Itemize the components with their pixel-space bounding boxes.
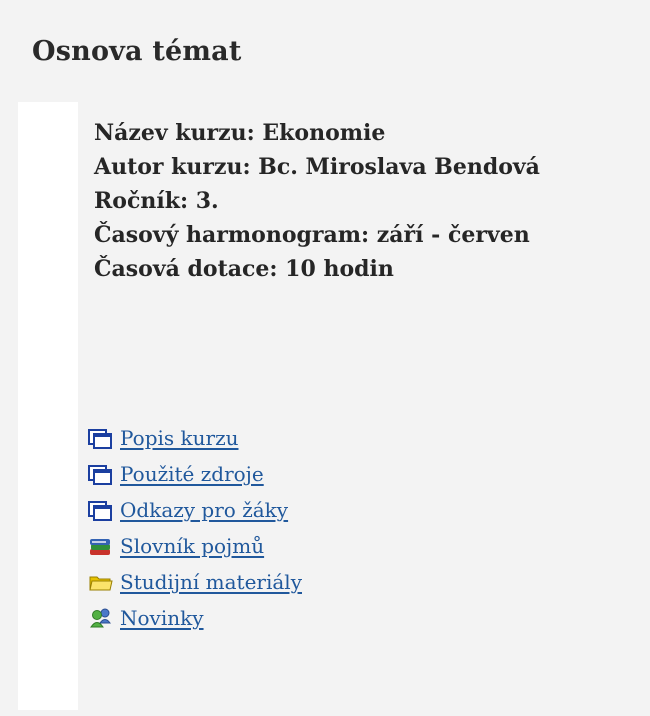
forum-users-icon [88, 607, 114, 629]
link-novinky[interactable]: Novinky [88, 600, 302, 636]
glossary-books-icon [88, 535, 114, 557]
link-popis-kurzu[interactable]: Popis kurzu [88, 420, 302, 456]
page-container: Osnova témat Název kurzu: Ekonomie Autor… [0, 0, 650, 716]
link-label[interactable]: Slovník pojmů [120, 534, 264, 558]
link-label[interactable]: Novinky [120, 606, 204, 630]
course-grade: Ročník: 3. [94, 188, 219, 214]
page-icon [88, 463, 114, 485]
course-info: Název kurzu: Ekonomie Autor kurzu: Bc. M… [94, 116, 540, 286]
link-studijni-materialy[interactable]: Studijní materiály [88, 564, 302, 600]
link-pouzite-zdroje[interactable]: Použité zdroje [88, 456, 302, 492]
link-label[interactable]: Odkazy pro žáky [120, 498, 288, 522]
page-icon [88, 499, 114, 521]
section-left-column [18, 102, 78, 710]
folder-icon [88, 571, 114, 593]
link-odkazy-pro-zaky[interactable]: Odkazy pro žáky [88, 492, 302, 528]
course-schedule: Časový harmonogram: září - červen [94, 222, 530, 248]
link-label[interactable]: Použité zdroje [120, 462, 264, 486]
page-icon [88, 427, 114, 449]
link-slovnik-pojmu[interactable]: Slovník pojmů [88, 528, 302, 564]
link-label[interactable]: Studijní materiály [120, 570, 302, 594]
course-time-allocation: Časová dotace: 10 hodin [94, 256, 394, 282]
course-name: Název kurzu: Ekonomie [94, 120, 386, 146]
activity-list: Popis kurzu Použité zdroje Odkazy pro žá… [88, 420, 302, 636]
topic-section: Název kurzu: Ekonomie Autor kurzu: Bc. M… [18, 102, 650, 710]
page-title: Osnova témat [32, 36, 242, 67]
link-label[interactable]: Popis kurzu [120, 426, 239, 450]
course-author: Autor kurzu: Bc. Miroslava Bendová [94, 154, 540, 180]
